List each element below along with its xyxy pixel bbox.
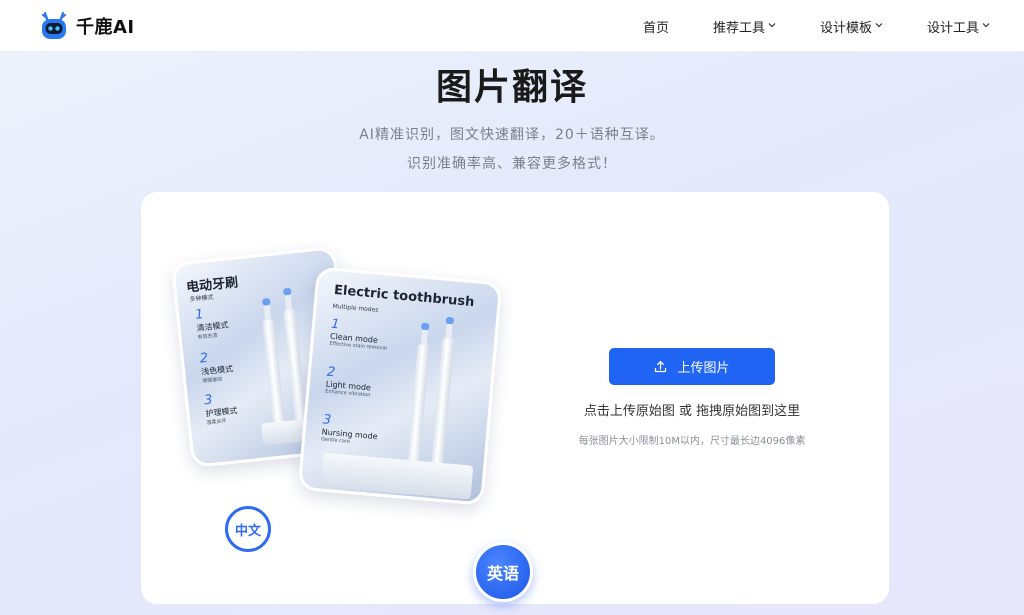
nav-item-design-tools[interactable]: 设计工具	[927, 17, 990, 36]
toothbrush-image	[406, 342, 430, 469]
source-mode-item: 2 浅色模式 增强振动	[199, 348, 234, 385]
translation-illustration: 电动牙刷 多种模式 1 清洁模式 有效去渍 2 浅色模式 增强振动 3 护理模式…	[170, 245, 533, 602]
toothbrush-stand	[320, 452, 474, 500]
nav-item-home[interactable]: 首页	[643, 17, 669, 36]
page-subtitle-secondary: 识别准确率高、兼容更多格式！	[407, 156, 617, 172]
target-mode-item: 2 Light mode Enhance vibration	[325, 365, 373, 399]
target-product-card: Electric toothbrush Multiple modes 1 Cle…	[297, 266, 503, 506]
main-nav: 首页 推荐工具 设计模板 设计工具	[599, 0, 990, 52]
source-card-subtitle: 多种模式	[189, 293, 214, 304]
nav-item-label: 设计工具	[926, 20, 979, 36]
nav-item-label: 首页	[642, 20, 669, 36]
brand-name: 千鹿AI	[76, 17, 135, 38]
nav-item-recommended-tools[interactable]: 推荐工具	[713, 17, 776, 36]
upload-button-label: 上传图片	[677, 361, 730, 376]
source-mode-item: 3 护理模式 温柔关怀	[203, 390, 238, 427]
nav-item-label: 设计模板	[819, 20, 872, 36]
upload-drop-hint[interactable]: 点击上传原始图 或 拖拽原始图到这里	[521, 400, 863, 419]
source-mode-item: 1 清洁模式 有效去渍	[194, 305, 229, 341]
target-mode-item: 3 Nursing mode Gentle care	[321, 412, 380, 447]
upload-image-button[interactable]: 上传图片	[609, 348, 775, 385]
brand-logo[interactable]: 千鹿AI	[38, 10, 135, 42]
nav-item-design-templates[interactable]: 设计模板	[820, 17, 883, 36]
page-subtitle: AI精准识别，图文快速翻译，20＋语种互译。	[359, 127, 665, 143]
target-mode-item: 1 Clean mode Effective stain removal	[329, 317, 389, 352]
chevron-down-icon	[768, 21, 776, 31]
top-navbar: 千鹿AI 首页 推荐工具 设计模板 设计工具	[0, 0, 1024, 52]
page-title: 图片翻译	[435, 67, 588, 108]
target-card-subtitle: Multiple modes	[332, 302, 379, 314]
upload-icon	[654, 360, 667, 373]
robot-deer-icon	[38, 10, 70, 42]
chevron-down-icon	[875, 21, 883, 31]
upload-card: 电动牙刷 多种模式 1 清洁模式 有效去渍 2 浅色模式 增强振动 3 护理模式…	[141, 192, 889, 604]
toothbrush-image	[430, 336, 455, 472]
target-language-badge: 英语	[473, 542, 533, 602]
upload-size-limit: 每张图片大小限制10M以内，尺寸最长边4096像素	[578, 436, 806, 447]
chevron-down-icon	[982, 21, 990, 31]
toothbrush-image	[262, 317, 286, 429]
nav-item-label: 推荐工具	[712, 20, 765, 36]
source-language-badge: 中文	[225, 506, 271, 552]
